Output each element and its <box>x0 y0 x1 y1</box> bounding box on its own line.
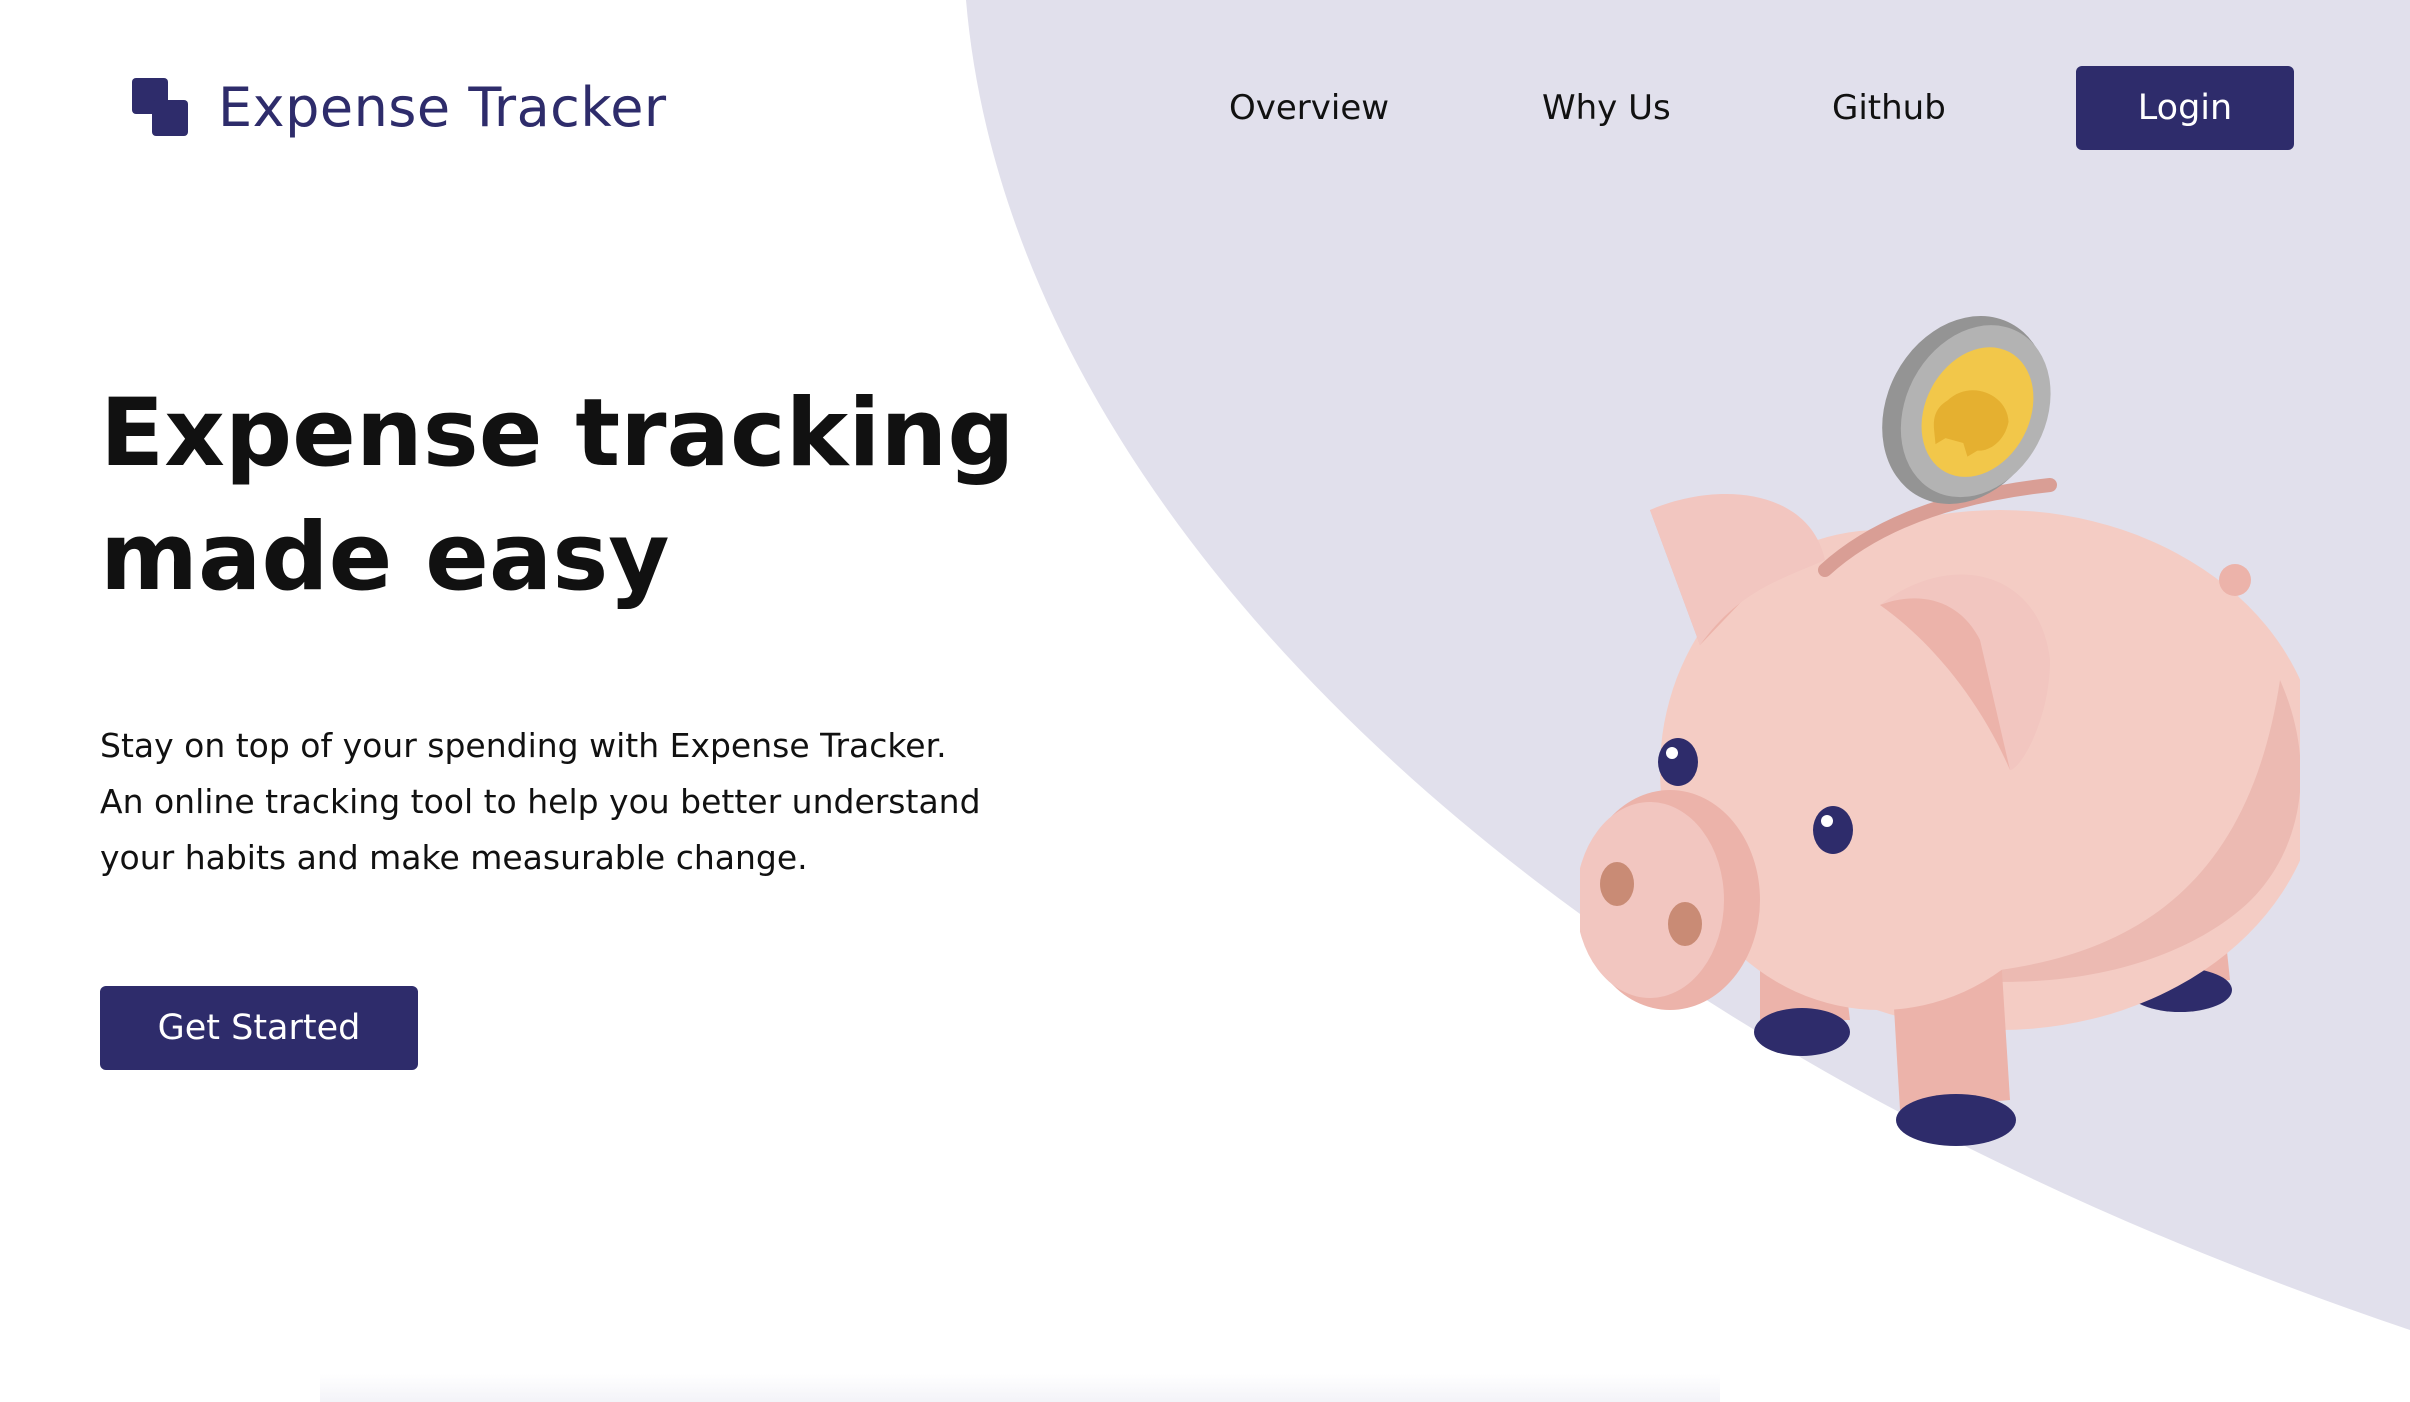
brand[interactable]: Expense Tracker <box>130 74 667 140</box>
hero-subtitle-line: An online tracking tool to help you bett… <box>100 782 981 821</box>
hero-title: Expense tracking made easy <box>100 379 1015 612</box>
nav-link-overview[interactable]: Overview <box>1229 66 1389 150</box>
piggy-bank-with-coin-icon <box>1580 316 2300 1146</box>
landing-page: Expense Tracker Overview Why Us Github L… <box>0 0 2410 1402</box>
login-button[interactable]: Login <box>2076 66 2294 150</box>
brand-title: Expense Tracker <box>218 75 667 139</box>
hero-subtitle-line: your habits and make measurable change. <box>100 838 808 877</box>
hero-subtitle: Stay on top of your spending with Expens… <box>100 718 1000 886</box>
get-started-button[interactable]: Get Started <box>100 986 418 1070</box>
stacked-squares-logo-icon <box>130 76 192 138</box>
bottom-shadow <box>320 1374 1720 1402</box>
nav-link-why-us[interactable]: Why Us <box>1542 66 1671 150</box>
nav-link-github[interactable]: Github <box>1832 66 1946 150</box>
hero-subtitle-line: Stay on top of your spending with Expens… <box>100 726 947 765</box>
